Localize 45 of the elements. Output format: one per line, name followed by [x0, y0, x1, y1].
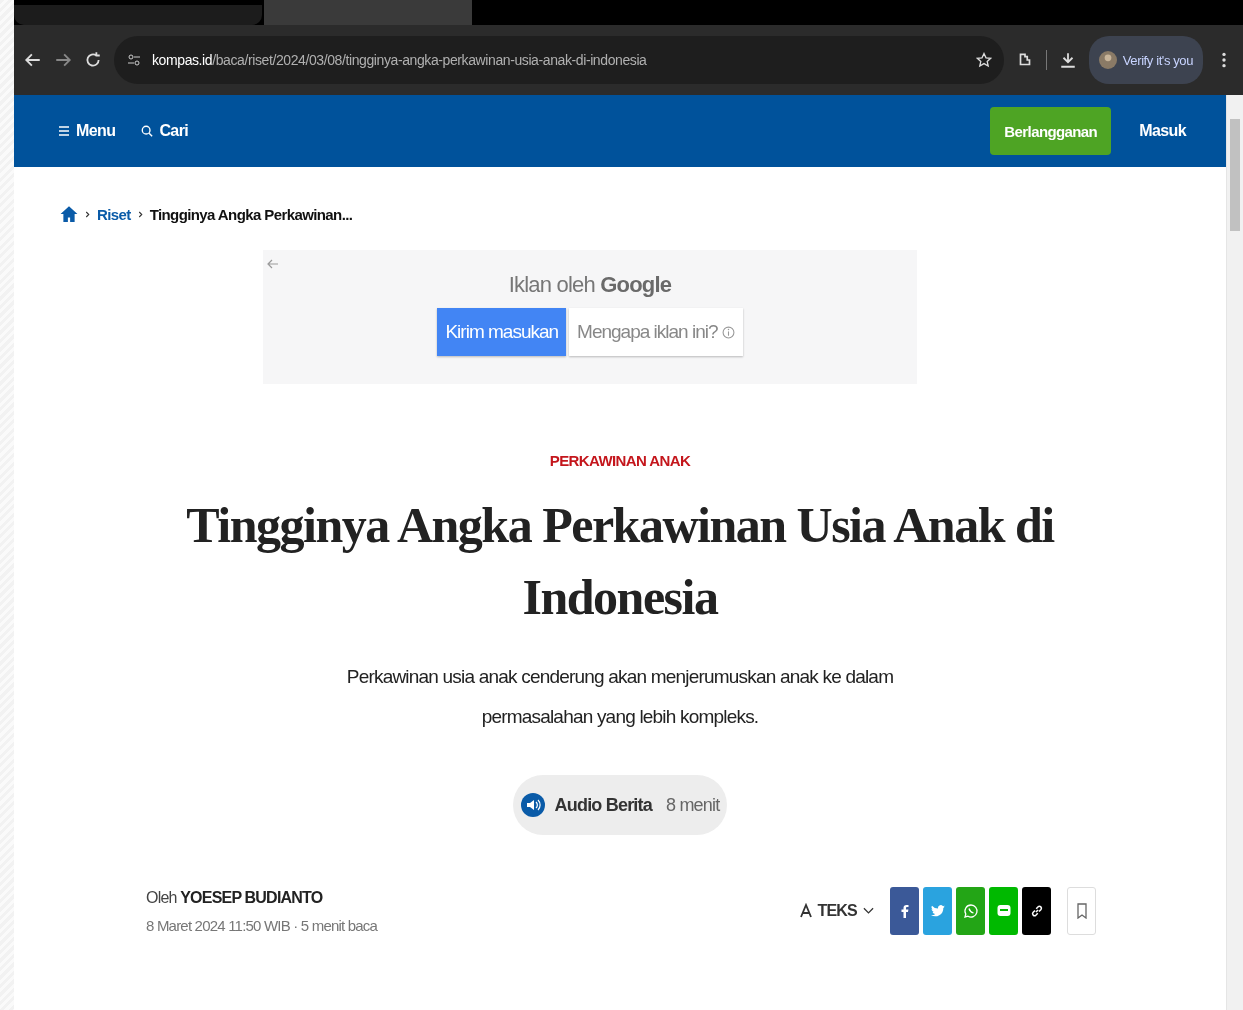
bookmark-button[interactable] — [1067, 887, 1096, 935]
audio-label: Audio Berita — [554, 794, 652, 816]
info-icon — [721, 325, 735, 339]
bird-icon — [929, 903, 946, 919]
breadcrumb-current: Tingginya Angka Perkawinan... — [149, 205, 353, 223]
download-icon[interactable] — [1058, 51, 1077, 69]
audio-button[interactable]: Audio Berita 8 menit — [512, 775, 728, 835]
chevron-down-icon — [863, 907, 874, 915]
chat-bubble-icon — [995, 903, 1012, 919]
phone-bubble-icon — [962, 903, 979, 919]
address-bar[interactable]: kompas.id/baca/riset/2024/03/08/tingginya-angka-perkawinan-usia-anak-di-indonesia — [114, 36, 1004, 84]
site-settings-icon[interactable] — [126, 52, 142, 68]
profile-button[interactable]: Verify it's you — [1088, 36, 1203, 84]
font-icon — [799, 903, 812, 919]
share-button[interactable] — [1022, 887, 1051, 935]
scrollbar-thumb[interactable] — [1230, 119, 1240, 231]
search-button[interactable]: Cari — [141, 122, 189, 140]
back-icon[interactable] — [24, 51, 42, 69]
chevron-right-icon — [137, 210, 143, 218]
home-icon[interactable] — [60, 204, 78, 224]
why-this-ad-button[interactable]: Mengapa iklan ini? — [569, 308, 743, 356]
article-summary: Perkawinan usia anak cenderung akan menjerumuskan anak ke dalam permasalahan yang lebih kompleks. — [345, 665, 895, 729]
bookmark-icon — [1075, 903, 1088, 919]
menu-icon — [58, 124, 70, 138]
breadcrumb-link[interactable]: Riset — [97, 205, 131, 223]
url-text: kompas.id/baca/riset/2024/03/08/tingginya-angka-perkawinan-usia-anak-di-indonesia — [152, 52, 648, 68]
login-link[interactable]: Masuk — [1139, 122, 1186, 140]
publish-meta: 8 Maret 2024 11:50 WIB · 5 menit baca — [146, 916, 378, 934]
author-byline: Oleh YOESEP BUDIANTO — [146, 888, 324, 907]
text-size-button[interactable]: TEKS — [793, 901, 880, 921]
share-button[interactable] — [890, 887, 919, 935]
back-arrow-icon[interactable] — [267, 258, 279, 270]
ad-label: Iklan oleh Google — [508, 272, 672, 298]
reload-icon[interactable] — [84, 51, 102, 69]
avatar-icon — [1098, 51, 1117, 69]
feedback-button[interactable]: Kirim masukan — [437, 308, 567, 356]
bookmark-star-icon[interactable] — [975, 52, 992, 68]
article-title: Tingginya Angka Perkawinan Usia Anak di Indonesia — [185, 496, 1056, 627]
forward-icon[interactable] — [54, 51, 72, 69]
category-label: PERKAWINAN ANAK — [549, 452, 691, 469]
speaker-icon — [520, 793, 545, 817]
search-icon — [141, 124, 154, 138]
menu-button[interactable]: Menu — [58, 122, 116, 140]
chevron-right-icon — [85, 210, 90, 218]
audio-duration: 8 menit — [666, 794, 720, 816]
